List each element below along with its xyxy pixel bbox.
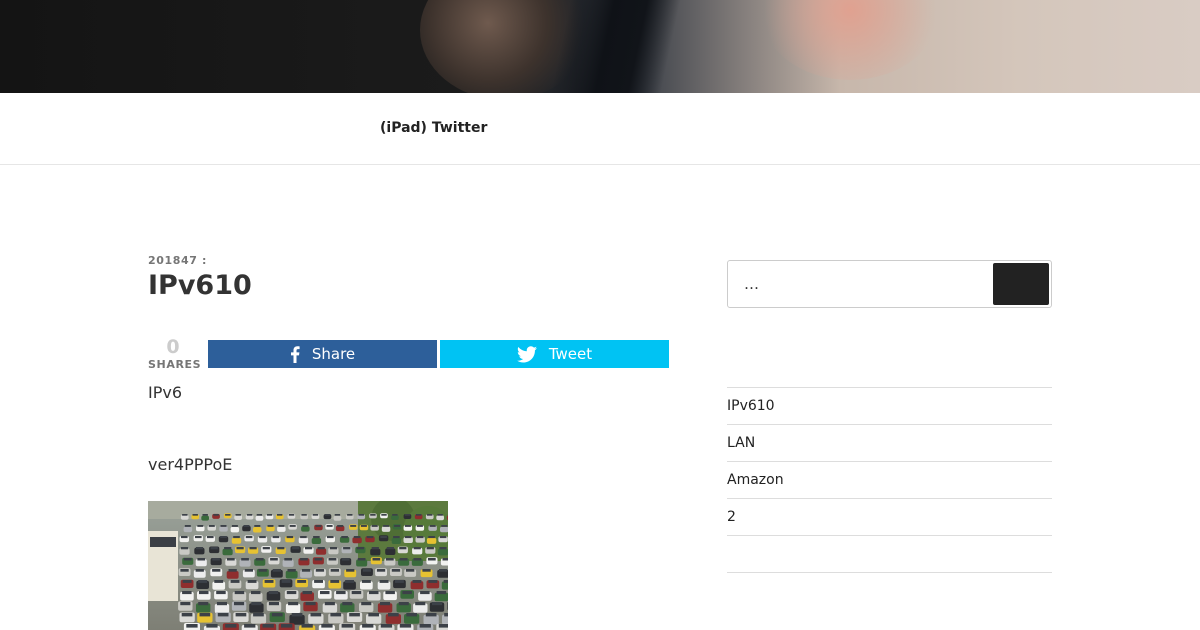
share-count-label: SHARES: [148, 358, 202, 371]
twitter-icon: [516, 345, 537, 363]
post-title: IPv610: [148, 270, 252, 301]
post-paragraph: IPv6: [148, 383, 183, 402]
share-count: 0 SHARES: [148, 336, 202, 371]
header-image: [0, 0, 1200, 93]
twitter-tweet-button[interactable]: Tweet: [440, 340, 669, 368]
nav-item-ipad-twitter[interactable]: (iPad) Twitter: [380, 120, 487, 136]
facebook-share-button[interactable]: Share: [208, 340, 437, 368]
traffic-jam-image: [148, 501, 448, 630]
facebook-icon: [290, 345, 300, 363]
recent-post-item[interactable]: 2: [727, 499, 1052, 536]
recent-post-item[interactable]: IPv610: [727, 388, 1052, 425]
search-form: [727, 260, 1052, 308]
main-navigation: (iPad) Twitter: [0, 93, 1200, 165]
facebook-share-label: Share: [311, 345, 356, 363]
search-input[interactable]: [728, 261, 990, 307]
search-button[interactable]: [993, 263, 1049, 305]
post-date: 201847 :: [148, 254, 207, 267]
twitter-tweet-label: Tweet: [548, 345, 593, 363]
share-count-number: 0: [166, 336, 180, 358]
post-paragraph: ver4PPPoE: [148, 455, 233, 474]
recent-posts-list: IPv610 LAN Amazon 2: [727, 387, 1052, 573]
recent-post-item[interactable]: LAN: [727, 425, 1052, 462]
recent-post-item[interactable]: Amazon: [727, 462, 1052, 499]
recent-post-item[interactable]: [727, 536, 1052, 573]
